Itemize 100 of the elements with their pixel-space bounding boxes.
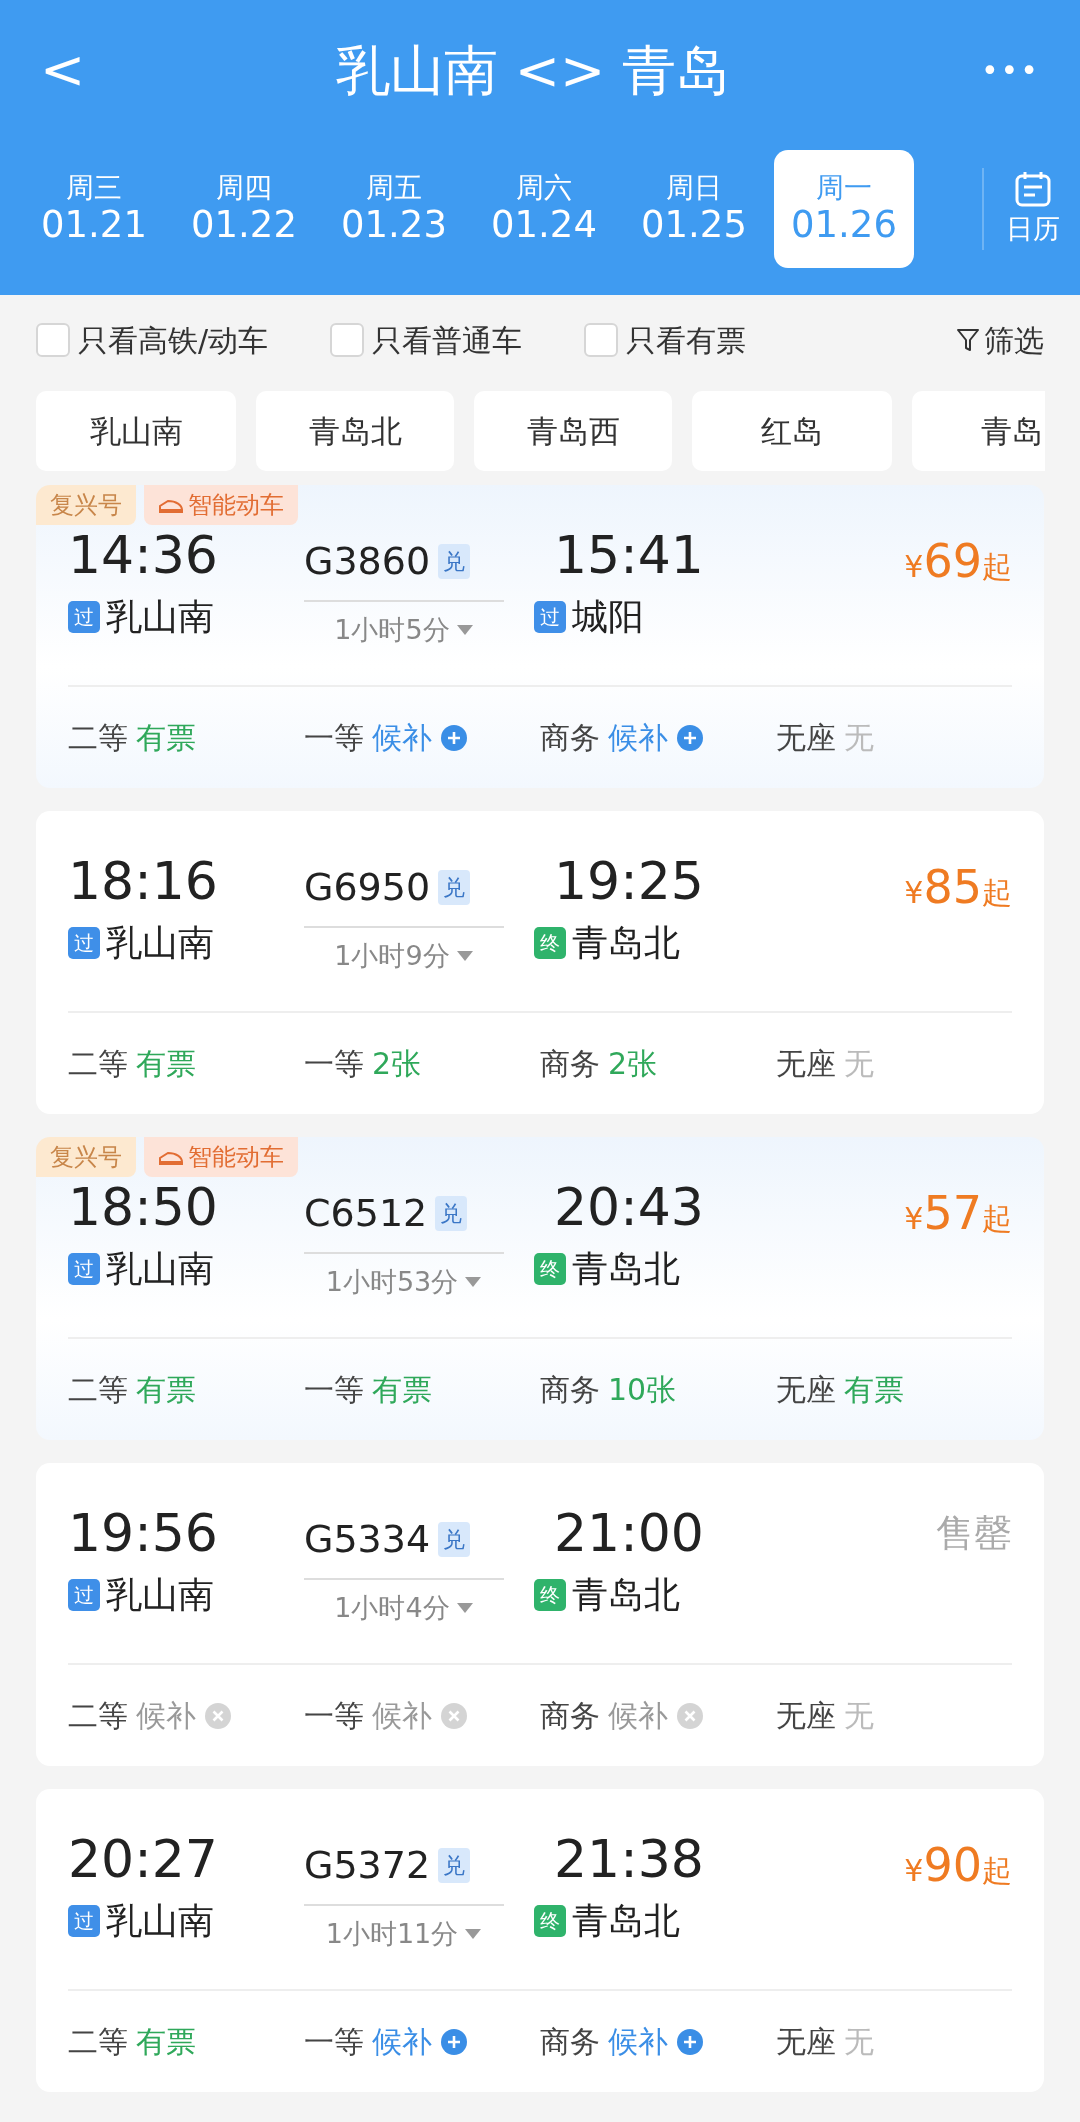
train-card[interactable]: 18:16 过 乳山南 G6950 兑 1小时9分 19:25 终 青岛北 ¥85起 二等 有票 一等 2张 商务 2张 无座 无 xyxy=(36,811,1044,1114)
train-card[interactable]: 复兴号 智能动车 18:50 过 乳山南 C6512 兑 1小时53分 20:43 终 青岛北 ¥57起 二等 有票 一等 有票 商务 10张 无座 有票 xyxy=(36,1137,1044,1440)
station-name: 乳山南 xyxy=(106,1573,214,1618)
arrival-time: 21:38 xyxy=(553,1831,705,1889)
price: ¥90起 xyxy=(904,1837,1012,1894)
seat-class: 二等 xyxy=(68,2023,128,2061)
caret-icon[interactable] xyxy=(455,1602,474,1615)
seat-class: 无座 xyxy=(776,1697,836,1735)
seat-class: 一等 xyxy=(304,1045,364,1083)
seat-class: 二等 xyxy=(68,1697,128,1735)
station-name: 城阳 xyxy=(572,595,644,640)
caret-icon[interactable] xyxy=(464,1276,483,1289)
seat-class: 商务 xyxy=(540,1045,600,1083)
filter-button[interactable]: 筛选 xyxy=(984,317,1044,363)
seat-class: 无座 xyxy=(776,1371,836,1409)
plus-icon[interactable] xyxy=(676,2027,704,2056)
seat-class: 一等 xyxy=(304,1697,364,1735)
sold-out-label: 售罄 xyxy=(936,1510,1012,1557)
duration: 1小时9分 xyxy=(334,939,450,973)
close-icon xyxy=(204,1701,232,1730)
seat-status: 有票 xyxy=(844,1371,904,1409)
station-name: 乳山南 xyxy=(106,595,214,640)
station-chip[interactable]: 乳山南 xyxy=(36,391,236,471)
seat-status: 有票 xyxy=(136,1045,196,1083)
duration: 1小时11分 xyxy=(325,1917,459,1951)
seat-status: 2张 xyxy=(372,1045,422,1083)
seat-status: 有票 xyxy=(372,1371,432,1409)
exchange-badge: 兑 xyxy=(438,544,471,579)
plus-icon[interactable] xyxy=(440,723,468,752)
exchange-badge: 兑 xyxy=(435,1196,468,1231)
price: ¥57起 xyxy=(904,1185,1012,1242)
caret-icon[interactable] xyxy=(455,624,474,637)
station-mark: 过 xyxy=(534,601,566,634)
arrival-time: 20:43 xyxy=(553,1179,705,1237)
seat-status: 候补 xyxy=(136,1697,196,1735)
seat-status: 10张 xyxy=(608,1371,677,1409)
caret-icon[interactable] xyxy=(464,1928,483,1941)
train-card[interactable]: 19:56 过 乳山南 G5334 兑 1小时4分 21:00 终 青岛北 售罄 二等 候补 一等 候补 商务 候补 无座 无 xyxy=(36,1463,1044,1766)
station-mark: 终 xyxy=(534,927,566,960)
train-number: G6950 xyxy=(304,864,431,911)
price: ¥69起 xyxy=(904,533,1012,590)
station-chip[interactable]: 红岛 xyxy=(692,391,892,471)
train-icon xyxy=(158,1149,184,1165)
caret-icon[interactable] xyxy=(455,950,474,963)
seat-status: 无 xyxy=(844,719,874,757)
seat-class: 一等 xyxy=(304,2023,364,2061)
seat-class: 商务 xyxy=(540,2023,600,2061)
station-chip[interactable]: 青岛北 xyxy=(256,391,454,471)
seat-status: 无 xyxy=(844,1045,874,1083)
station-mark: 过 xyxy=(68,1905,100,1938)
station-mark: 过 xyxy=(68,927,100,960)
duration: 1小时53分 xyxy=(325,1265,459,1299)
departure-time: 20:27 xyxy=(68,1831,219,1889)
seat-status: 无 xyxy=(844,2023,874,2061)
checkbox[interactable] xyxy=(330,323,365,357)
train-tag: 复兴号 xyxy=(36,485,136,525)
checkbox[interactable] xyxy=(36,323,70,357)
seat-class: 无座 xyxy=(776,719,836,757)
plus-icon[interactable] xyxy=(676,723,704,752)
filter-icon[interactable] xyxy=(956,327,980,353)
departure-time: 14:36 xyxy=(68,527,219,585)
station-mark: 过 xyxy=(68,1253,100,1286)
exchange-badge: 兑 xyxy=(438,1848,471,1883)
station-mark: 过 xyxy=(68,1579,100,1612)
close-icon xyxy=(440,1701,468,1730)
filter-label: 只看普通车 xyxy=(372,321,523,360)
seat-status: 无 xyxy=(844,1697,874,1735)
train-tag: 智能动车 xyxy=(144,485,298,525)
seat-status: 候补 xyxy=(608,719,668,757)
duration: 1小时5分 xyxy=(334,613,450,647)
seat-class: 商务 xyxy=(540,1697,600,1735)
seat-status: 有票 xyxy=(136,1371,196,1409)
station-name: 青岛北 xyxy=(572,1899,680,1944)
station-name: 乳山南 xyxy=(106,1899,214,1944)
station-chip[interactable]: 青岛 xyxy=(912,391,1045,471)
train-icon xyxy=(158,497,184,513)
exchange-badge: 兑 xyxy=(438,870,471,905)
arrival-time: 21:00 xyxy=(553,1505,705,1563)
seat-class: 商务 xyxy=(540,719,600,757)
train-number: C6512 xyxy=(304,1190,428,1237)
train-number: G5334 xyxy=(304,1516,431,1563)
seat-class: 二等 xyxy=(68,719,128,757)
train-card[interactable]: 复兴号 智能动车 14:36 过 乳山南 G3860 兑 1小时5分 15:41 过 城阳 ¥69起 二等 有票 一等 候补 商务 候补 无座 无 xyxy=(36,485,1044,788)
close-icon xyxy=(676,1701,704,1730)
seat-class: 一等 xyxy=(304,1371,364,1409)
seat-status: 有票 xyxy=(136,719,196,757)
seat-status: 有票 xyxy=(136,2023,196,2061)
plus-icon[interactable] xyxy=(440,2027,468,2056)
train-card[interactable]: 20:27 过 乳山南 G5372 兑 1小时11分 21:38 终 青岛北 ¥90起 二等 有票 一等 候补 商务 候补 无座 无 xyxy=(36,1789,1044,2092)
checkbox[interactable] xyxy=(584,323,619,357)
station-name: 青岛北 xyxy=(572,921,680,966)
route-title: 乳山南 <> 青岛 xyxy=(335,37,731,104)
seat-status: 候补 xyxy=(372,719,432,757)
price: ¥85起 xyxy=(904,859,1012,916)
station-name: 青岛北 xyxy=(572,1247,680,1292)
station-mark: 终 xyxy=(534,1253,566,1286)
station-name: 乳山南 xyxy=(106,921,214,966)
arrival-time: 15:41 xyxy=(553,527,705,585)
seat-class: 商务 xyxy=(540,1371,600,1409)
station-chip[interactable]: 青岛西 xyxy=(474,391,672,471)
